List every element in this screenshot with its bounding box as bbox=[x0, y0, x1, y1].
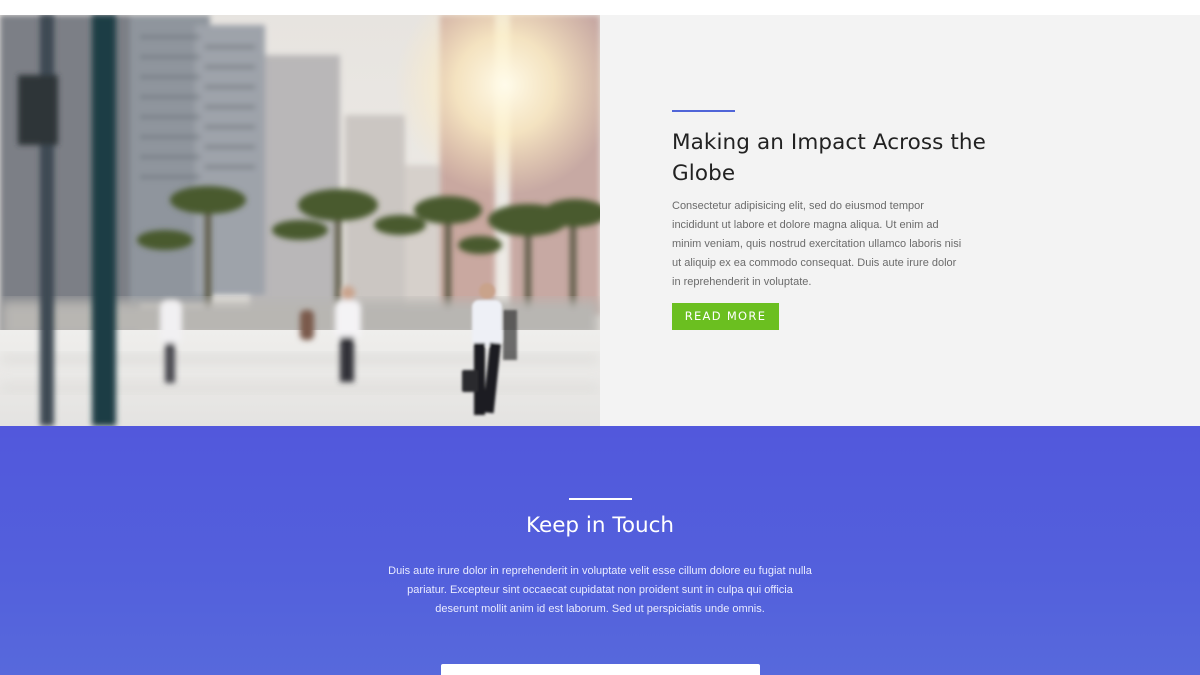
feature-title: Making an Impact Across the Globe bbox=[672, 130, 986, 186]
feature-body-text: Consectetur adipisicing elit, sed do eiu… bbox=[672, 200, 962, 288]
read-more-button[interactable]: READ MORE bbox=[672, 303, 779, 330]
top-strip bbox=[0, 0, 1200, 15]
touch-title: Keep in Touch bbox=[525, 513, 675, 538]
city-street-photo bbox=[0, 15, 600, 426]
feature-panel: Making an Impact Across the Globe Consec… bbox=[600, 15, 1200, 426]
touch-accent-rule bbox=[569, 498, 632, 500]
page: Making an Impact Across the Globe Consec… bbox=[0, 0, 1200, 675]
city-street-illustration bbox=[0, 15, 600, 426]
email-input[interactable] bbox=[441, 664, 760, 675]
feature-accent-rule bbox=[672, 110, 735, 112]
keep-in-touch-section: Keep in Touch Duis aute irure dolor in r… bbox=[0, 426, 1200, 675]
touch-body-text: Duis aute irure dolor in reprehenderit i… bbox=[388, 565, 812, 615]
